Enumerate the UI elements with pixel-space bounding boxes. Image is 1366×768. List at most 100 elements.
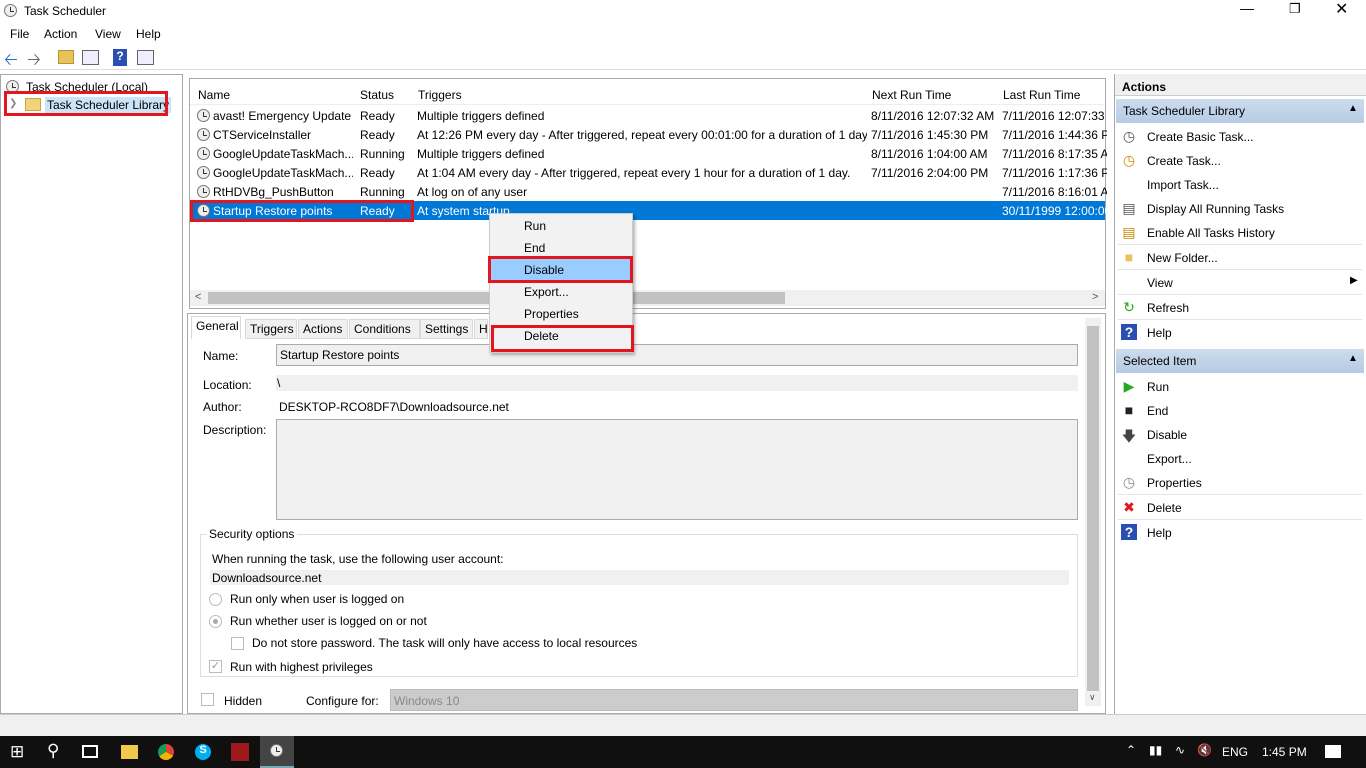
disable-icon: 🡇 [1121, 428, 1137, 444]
show-hide-tree-icon[interactable] [82, 50, 99, 65]
tab-settings[interactable]: Settings [420, 319, 473, 339]
notifications-icon[interactable] [1325, 745, 1341, 758]
up-folder-icon[interactable] [58, 50, 74, 64]
action-help[interactable]: Help [1147, 526, 1172, 540]
cell-status: Running [360, 185, 405, 199]
description-field[interactable] [276, 419, 1078, 520]
task-scheduler-taskbar-icon[interactable] [260, 736, 294, 768]
cell-name: GoogleUpdateTaskMach... [213, 166, 353, 180]
tab-triggers[interactable]: Triggers [245, 319, 297, 339]
name-label: Name: [203, 349, 239, 363]
clock[interactable]: 1:45 PM [1262, 745, 1307, 759]
action-import-task[interactable]: Import Task... [1147, 178, 1219, 192]
battery-icon[interactable]: ▮▮ [1149, 743, 1162, 757]
cell-next-run: 7/11/2016 1:45:30 PM [871, 128, 989, 142]
table-row[interactable]: RtHDVBg_PushButton Running At log on of an… [190, 182, 1107, 201]
action-enable-all-tasks-history[interactable]: Enable All Tasks History [1147, 226, 1275, 240]
volume-muted-icon[interactable]: 🔇 [1197, 743, 1212, 757]
forward-icon[interactable]: 🡢 [27, 47, 41, 76]
action-run[interactable]: Run [1147, 380, 1169, 394]
highest-privileges-checkbox[interactable]: ✓ [209, 660, 222, 673]
action-create-basic-task[interactable]: Create Basic Task... [1147, 130, 1254, 144]
radio-whether-logged-on[interactable] [209, 615, 222, 628]
language-indicator[interactable]: ENG [1222, 745, 1248, 759]
back-icon[interactable]: 🡠 [4, 47, 18, 76]
restore-button[interactable]: ❐ [1289, 1, 1301, 17]
col-last-run[interactable]: Last Run Time [1003, 88, 1080, 102]
menu-file[interactable]: File [10, 27, 29, 41]
action-new-folder[interactable]: New Folder... [1147, 251, 1218, 265]
action-refresh[interactable]: Refresh [1147, 301, 1189, 315]
action-disable[interactable]: Disable [1147, 428, 1187, 442]
close-button[interactable]: ✕ [1335, 0, 1348, 19]
action-export[interactable]: Export... [1147, 452, 1192, 466]
file-explorer-icon[interactable] [121, 745, 138, 759]
minimize-button[interactable]: — [1240, 0, 1254, 16]
horizontal-scrollbar[interactable]: < > [190, 290, 1105, 306]
task-clock-icon [197, 166, 210, 179]
chrome-icon[interactable] [158, 744, 174, 760]
col-name[interactable]: Name [198, 88, 230, 102]
action-delete[interactable]: Delete [1147, 501, 1182, 515]
context-run[interactable]: Run [524, 219, 546, 233]
author-label: Author: [203, 400, 242, 414]
context-properties[interactable]: Properties [524, 307, 579, 321]
hidden-checkbox[interactable] [201, 693, 214, 706]
search-icon[interactable]: ⚲ [47, 741, 59, 761]
skype-icon[interactable]: S [195, 744, 211, 760]
context-export[interactable]: Export... [524, 285, 569, 299]
do-not-store-checkbox[interactable] [231, 637, 244, 650]
app-icon[interactable] [231, 743, 249, 761]
menu-action[interactable]: Action [44, 27, 77, 41]
task-clock-icon [197, 147, 210, 160]
scroll-thumb[interactable] [1087, 326, 1099, 691]
security-title: Security options [206, 527, 298, 541]
collapse-icon[interactable]: ▲ [1348, 353, 1358, 364]
table-row[interactable]: GoogleUpdateTaskMach... Ready At 1:04 AM e… [190, 163, 1107, 182]
detail-vertical-scrollbar[interactable]: ∨ [1085, 318, 1101, 706]
tab-h[interactable]: H [474, 319, 488, 339]
scroll-down-icon[interactable]: ∨ [1089, 692, 1096, 703]
table-row[interactable]: avast! Emergency Update Ready Multiple tri… [190, 106, 1107, 125]
location-value: \ [277, 376, 281, 390]
help-icon: ? [1121, 524, 1137, 540]
action-properties[interactable]: Properties [1147, 476, 1202, 490]
col-triggers[interactable]: Triggers [418, 88, 462, 102]
context-end[interactable]: End [524, 241, 545, 255]
location-label: Location: [203, 378, 252, 392]
action-end[interactable]: End [1147, 404, 1168, 418]
table-row[interactable]: GoogleUpdateTaskMach... Running Multiple t… [190, 144, 1107, 163]
menu-view[interactable]: View [95, 27, 121, 41]
col-next-run[interactable]: Next Run Time [872, 88, 951, 102]
tab-conditions[interactable]: Conditions [349, 319, 420, 339]
scroll-left-icon[interactable]: < [195, 291, 201, 303]
action-view[interactable]: View [1147, 276, 1173, 290]
show-hide-action-pane-icon[interactable] [137, 50, 154, 65]
section-selected-header[interactable]: Selected Item ▲ [1116, 349, 1364, 373]
show-hidden-icons[interactable]: ⌃ [1126, 743, 1136, 757]
action-create-task[interactable]: Create Task... [1147, 154, 1221, 168]
name-field[interactable]: Startup Restore points [276, 344, 1078, 366]
scroll-right-icon[interactable]: > [1092, 291, 1098, 303]
start-icon[interactable]: ⊞ [10, 742, 24, 762]
status-bar [0, 714, 1366, 736]
action-help[interactable]: Help [1147, 326, 1172, 340]
tab-general[interactable]: General [191, 316, 241, 340]
radio-logged-on[interactable] [209, 593, 222, 606]
task-clock-icon [197, 128, 210, 141]
section-library-header[interactable]: Task Scheduler Library ▲ [1116, 99, 1364, 123]
task-clock-icon [197, 185, 210, 198]
table-row[interactable]: CTServiceInstaller Ready At 12:26 PM every… [190, 125, 1107, 144]
general-tab-body: Name: Startup Restore points Location: \… [190, 339, 1085, 711]
task-view-icon[interactable] [82, 745, 98, 758]
help-icon[interactable]: ? [113, 49, 127, 66]
tab-actions[interactable]: Actions [298, 319, 348, 339]
wifi-icon[interactable]: ∿ [1175, 743, 1185, 757]
author-value: DESKTOP-RCO8DF7\Downloadsource.net [279, 400, 509, 414]
action-display-all-running-tasks[interactable]: Display All Running Tasks [1147, 202, 1284, 216]
col-status[interactable]: Status [360, 88, 394, 102]
menu-help[interactable]: Help [136, 27, 161, 41]
configure-dropdown[interactable]: Windows 10 [390, 689, 1078, 711]
collapse-icon[interactable]: ▲ [1348, 103, 1358, 114]
new-folder-icon: ■ [1124, 249, 1134, 265]
